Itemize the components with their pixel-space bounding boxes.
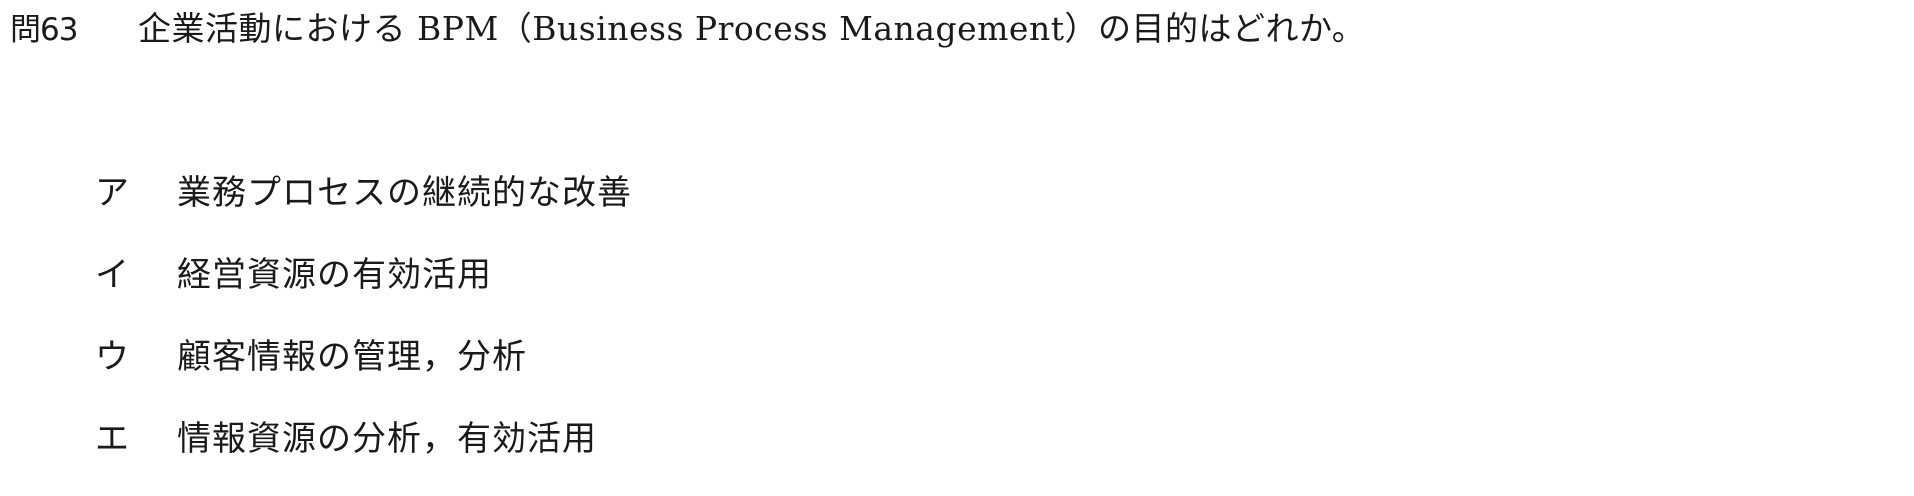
choice-label: ウ bbox=[95, 337, 129, 377]
choice-list: ア 業務プロセスの継続的な改善 イ 経営資源の有効活用 ウ 顧客情報の管理，分析… bbox=[95, 168, 632, 496]
question: 問63 企業活動における BPM（Business Process Manage… bbox=[10, 4, 1365, 55]
choice-text: 情報資源の分析，有効活用 bbox=[177, 419, 597, 459]
choice-d: エ 情報資源の分析，有効活用 bbox=[95, 414, 632, 496]
choice-text: 顧客情報の管理，分析 bbox=[177, 337, 527, 377]
choice-b: イ 経営資源の有効活用 bbox=[95, 250, 632, 332]
choice-a: ア 業務プロセスの継続的な改善 bbox=[95, 168, 632, 250]
choice-text: 業務プロセスの継続的な改善 bbox=[177, 173, 632, 213]
question-number: 問63 bbox=[10, 12, 78, 48]
choice-label: ア bbox=[95, 173, 129, 213]
choice-text: 経営資源の有効活用 bbox=[177, 255, 492, 295]
choice-label: エ bbox=[95, 419, 129, 459]
question-text: 企業活動における BPM（Business Process Management… bbox=[138, 9, 1366, 48]
choice-c: ウ 顧客情報の管理，分析 bbox=[95, 332, 632, 414]
choice-label: イ bbox=[95, 255, 129, 295]
